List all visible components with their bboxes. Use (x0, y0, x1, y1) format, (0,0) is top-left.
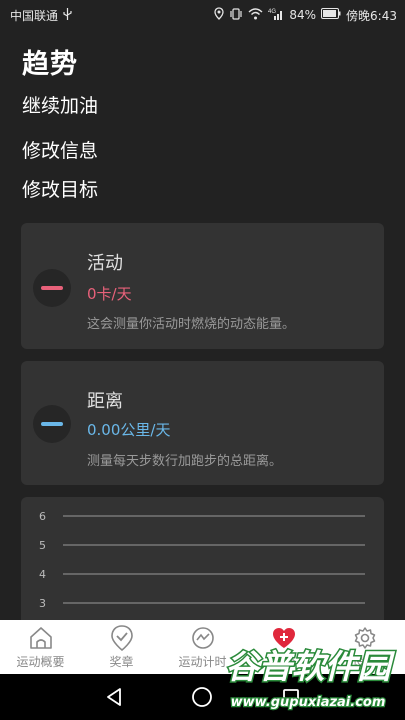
page-title: 趋势 (22, 49, 78, 80)
activity-value: 0卡/天 (87, 285, 132, 303)
y-tick-label: 5 (39, 539, 46, 552)
battery-percent: 84% (289, 8, 317, 22)
battery-icon (321, 8, 341, 22)
y-tick-label: 6 (39, 510, 46, 523)
usb-icon (63, 7, 72, 23)
activity-title: 活动 (87, 253, 123, 274)
distance-value: 0.00公里/天 (87, 421, 171, 439)
signal-icon: 4G (268, 8, 284, 23)
carrier-label: 中国联通 (10, 8, 59, 23)
menu-edit-goal[interactable]: 修改目标 (22, 175, 98, 202)
svg-text:4G: 4G (268, 9, 276, 15)
y-tick-label: 3 (39, 597, 46, 610)
nav-overview-label: 运动概要 (16, 655, 65, 669)
back-icon[interactable] (99, 682, 129, 712)
watermark-brand: 谷普软件园 (226, 647, 396, 686)
activity-card[interactable]: 活动 0卡/天 这会测量你活动时燃烧的动态能量。 (21, 223, 384, 349)
distance-minus-icon (33, 405, 71, 443)
wifi-icon (248, 7, 263, 23)
location-icon (214, 7, 225, 23)
y-tick-label: 4 (39, 568, 46, 581)
distance-card[interactable]: 距离 0.00公里/天 测量每天步数行加跑步的总距离。 (21, 361, 384, 485)
activity-description: 这会测量你活动时燃烧的动态能量。 (87, 317, 296, 332)
activity-minus-icon (33, 269, 71, 307)
watermark-logo: 谷普软件园 www.gupuxiazai.com (216, 640, 401, 716)
menu-edit-info[interactable]: 修改信息 (22, 136, 98, 163)
trend-icon (190, 625, 216, 651)
distance-title: 距离 (87, 391, 123, 412)
home-icon[interactable] (187, 682, 217, 712)
nav-medals-label: 奖章 (109, 655, 134, 669)
distance-description: 测量每天步数行加跑步的总距离。 (87, 454, 283, 469)
house-icon (28, 625, 54, 651)
trend-chart: 6 5 4 3 (39, 510, 365, 610)
badge-check-icon (109, 625, 135, 651)
vibrate-icon (229, 7, 243, 23)
distance-bar (41, 422, 63, 426)
clock: 傍晚6:43 (346, 8, 397, 23)
watermark-url: www.gupuxiazai.com (231, 695, 386, 710)
activity-bar (41, 286, 63, 290)
menu-keep-going[interactable]: 继续加油 (22, 91, 98, 118)
nav-overview[interactable]: 运动概要 (0, 620, 81, 670)
nav-medals[interactable]: 奖章 (81, 620, 162, 670)
status-bar: 中国联通 4G 84% 傍晚6:43 (0, 0, 405, 30)
trend-chart-card: 6 5 4 3 (21, 497, 384, 637)
